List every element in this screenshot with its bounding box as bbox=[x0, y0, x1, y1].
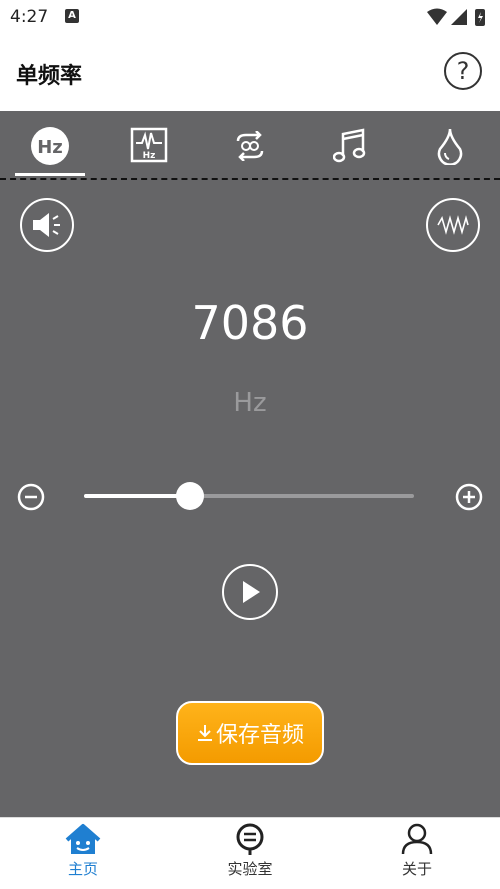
waveform-hz-icon: Hz bbox=[130, 127, 168, 163]
speaker-button[interactable] bbox=[20, 198, 74, 252]
status-icons bbox=[427, 8, 485, 26]
plus-circle-icon[interactable] bbox=[454, 482, 484, 512]
a-icon: A bbox=[65, 9, 79, 23]
dashed-divider bbox=[0, 178, 500, 180]
lab-icon bbox=[236, 823, 264, 855]
save-audio-button[interactable]: 保存音频 bbox=[176, 701, 324, 765]
play-button[interactable] bbox=[222, 564, 278, 620]
sine-wave-icon bbox=[437, 215, 469, 235]
nav-lab-label: 实验室 bbox=[227, 860, 273, 878]
music-note-icon bbox=[333, 128, 366, 163]
user-icon bbox=[401, 823, 433, 855]
signal-icon bbox=[451, 9, 467, 25]
loop-icon bbox=[236, 131, 264, 161]
nav-lab[interactable]: 实验室 bbox=[190, 822, 310, 884]
download-icon bbox=[197, 725, 212, 741]
home-icon bbox=[65, 824, 101, 854]
save-audio-label: 保存音频 bbox=[215, 723, 304, 748]
frequency-slider-thumb[interactable] bbox=[175, 482, 204, 510]
nav-about-label: 关于 bbox=[401, 860, 432, 878]
frequency-unit: Hz bbox=[233, 388, 267, 418]
question-icon: ? bbox=[456, 57, 470, 85]
tab-waveform[interactable]: Hz bbox=[120, 118, 180, 174]
tab-loop[interactable] bbox=[220, 118, 280, 174]
frequency-value: 7086 bbox=[191, 296, 309, 350]
speaker-icon bbox=[33, 213, 60, 237]
page-title: 单频率 bbox=[16, 64, 83, 89]
help-button[interactable]: ? bbox=[444, 52, 482, 90]
tab-waveform-label: Hz bbox=[143, 151, 156, 161]
minus-circle-icon[interactable] bbox=[16, 482, 46, 512]
tab-hz-label: Hz bbox=[37, 137, 63, 158]
wifi-icon bbox=[427, 8, 447, 25]
tab-music[interactable] bbox=[320, 118, 380, 174]
frequency-slider-fill bbox=[84, 494, 190, 498]
tab-drop[interactable] bbox=[420, 118, 480, 174]
nav-about[interactable]: 关于 bbox=[357, 822, 477, 884]
tab-hz[interactable]: Hz bbox=[20, 118, 80, 174]
waveform-button[interactable] bbox=[426, 198, 480, 252]
play-icon bbox=[243, 581, 260, 603]
nav-home-label: 主页 bbox=[67, 860, 98, 878]
hz-icon: Hz bbox=[31, 127, 69, 165]
nav-home[interactable]: 主页 bbox=[23, 822, 143, 884]
active-tab-indicator bbox=[15, 173, 85, 176]
status-time: 4:27 bbox=[10, 7, 49, 27]
water-drop-icon bbox=[437, 128, 463, 165]
